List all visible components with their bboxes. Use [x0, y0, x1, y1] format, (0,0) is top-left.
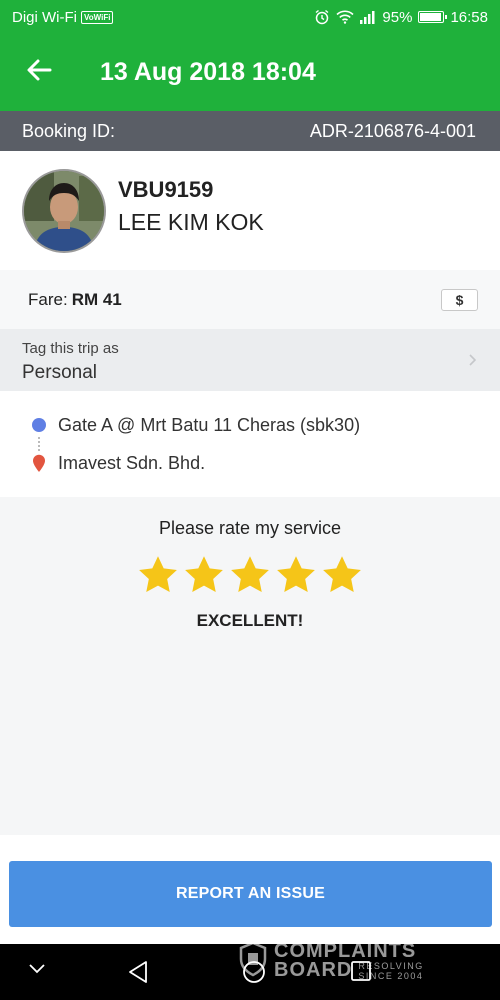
tag-value: Personal [22, 362, 97, 383]
pickup-address: Gate A @ Mrt Batu 11 Cheras (sbk30) [58, 414, 361, 435]
rating-result: EXCELLENT! [196, 611, 304, 630]
rate-prompt: Please rate my service [158, 518, 342, 538]
rating-section: Please rate my service EXCELLENT! [0, 497, 500, 835]
dropoff-row: Imavest Sdn. Bhd. [32, 447, 500, 479]
carrier-name: Digi Wi-Fi [12, 8, 77, 26]
bottom-panel: REPORT AN ISSUE [0, 835, 500, 944]
cash-payment-icon: $ [441, 288, 478, 311]
circle-home-icon [242, 960, 266, 989]
chevron-right-icon [468, 353, 477, 369]
route-card: Gate A @ Mrt Batu 11 Cheras (sbk30) Imav… [0, 391, 500, 497]
status-bar: Digi Wi-Fi VoWiFi 95% 16:58 [0, 0, 500, 34]
star-icon[interactable] [182, 553, 226, 597]
report-issue-button[interactable]: REPORT AN ISSUE [9, 861, 492, 927]
driver-info: VBU9159 LEE KIM KOK [118, 177, 264, 236]
fare-row: Fare: RM 41 $ [0, 270, 500, 329]
route-connector [38, 437, 40, 451]
nav-home-button[interactable] [242, 960, 266, 989]
booking-id-value: ADR-2106876-4-001 [309, 120, 476, 141]
nav-hide-button[interactable] [28, 962, 46, 980]
driver-name: LEE KIM KOK [118, 209, 264, 235]
status-icons: 95% 16:58 [314, 9, 488, 26]
star-icon[interactable] [274, 553, 318, 597]
driver-avatar[interactable] [22, 168, 106, 253]
system-nav-bar [0, 944, 500, 1000]
booking-id-label: Booking ID: [22, 120, 116, 141]
wifi-icon [336, 10, 354, 24]
page-title: 13 Aug 2018 18:04 [100, 58, 316, 86]
back-button[interactable] [0, 34, 78, 111]
driver-photo [24, 170, 104, 251]
app-bar: 13 Aug 2018 18:04 [0, 34, 500, 111]
star-icon[interactable] [136, 553, 180, 597]
dropoff-address: Imavest Sdn. Bhd. [58, 452, 206, 473]
battery-level [420, 13, 442, 21]
clock: 16:58 [450, 8, 488, 26]
vehicle-plate: VBU9159 [118, 177, 214, 202]
carrier-info: Digi Wi-Fi VoWiFi [12, 8, 114, 26]
vowifi-badge: VoWiFi [81, 10, 114, 24]
chevron-down-icon [28, 962, 46, 980]
fare-value: RM 41 [71, 289, 122, 309]
map-pin-icon [32, 454, 46, 473]
star-rating[interactable] [0, 553, 500, 597]
square-recents-icon [350, 960, 372, 987]
star-icon[interactable] [228, 553, 272, 597]
triangle-back-icon [127, 960, 149, 989]
pickup-dot-icon [32, 418, 46, 432]
tag-label: Tag this trip as [22, 340, 119, 357]
driver-card: VBU9159 LEE KIM KOK [0, 151, 500, 270]
booking-id-bar: Booking ID: ADR-2106876-4-001 [0, 111, 500, 151]
star-icon[interactable] [320, 553, 364, 597]
nav-recents-button[interactable] [350, 960, 372, 987]
pickup-row: Gate A @ Mrt Batu 11 Cheras (sbk30) [32, 409, 500, 441]
tag-trip-selector[interactable]: Tag this trip as Personal [0, 329, 500, 391]
alarm-icon [314, 9, 330, 25]
fare-label: Fare: [28, 289, 68, 309]
arrow-left-icon [26, 58, 52, 87]
battery-percent: 95% [382, 8, 413, 26]
signal-icon [360, 10, 376, 24]
nav-back-button[interactable] [127, 960, 149, 989]
battery-icon [418, 11, 448, 23]
